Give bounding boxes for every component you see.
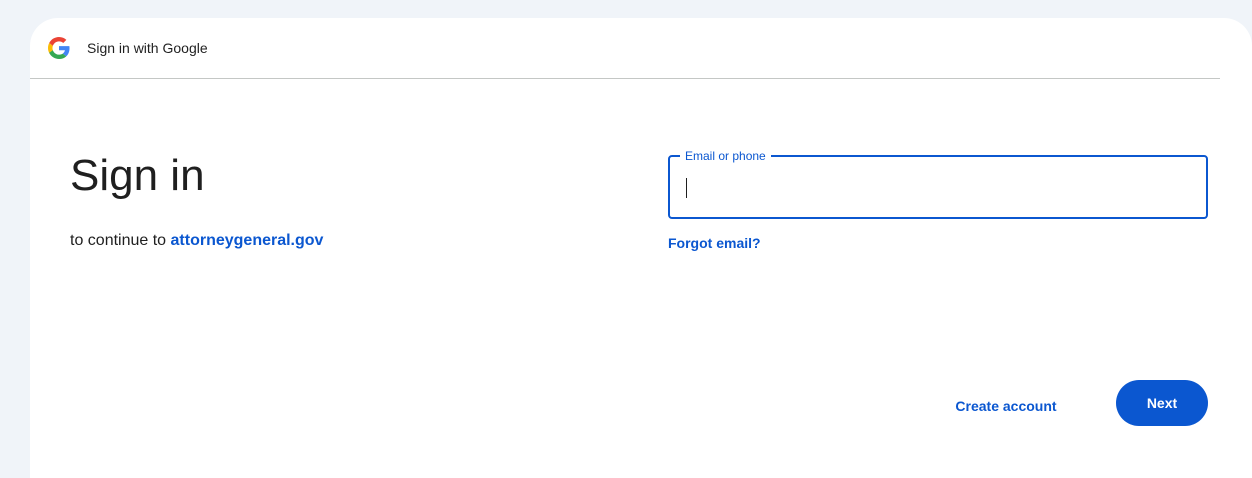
- site-link[interactable]: attorneygeneral.gov: [171, 232, 324, 249]
- subtitle-prefix: to continue to: [70, 232, 171, 249]
- forgot-email-link[interactable]: Forgot email?: [668, 234, 761, 252]
- email-input[interactable]: [684, 171, 1189, 203]
- email-field-label: Email or phone: [680, 149, 771, 163]
- page-title: Sign in: [70, 151, 205, 200]
- google-g-icon: [48, 37, 70, 59]
- create-account-button[interactable]: Create account: [940, 386, 1072, 426]
- sign-in-card: Sign in with Google Sign in to continue …: [30, 18, 1252, 478]
- subtitle: to continue to attorneygeneral.gov: [70, 231, 323, 251]
- text-caret: [686, 178, 687, 198]
- header-title: Sign in with Google: [87, 40, 208, 56]
- next-button[interactable]: Next: [1116, 380, 1208, 426]
- email-field[interactable]: Email or phone: [668, 149, 1208, 219]
- card-header: Sign in with Google: [30, 18, 1220, 79]
